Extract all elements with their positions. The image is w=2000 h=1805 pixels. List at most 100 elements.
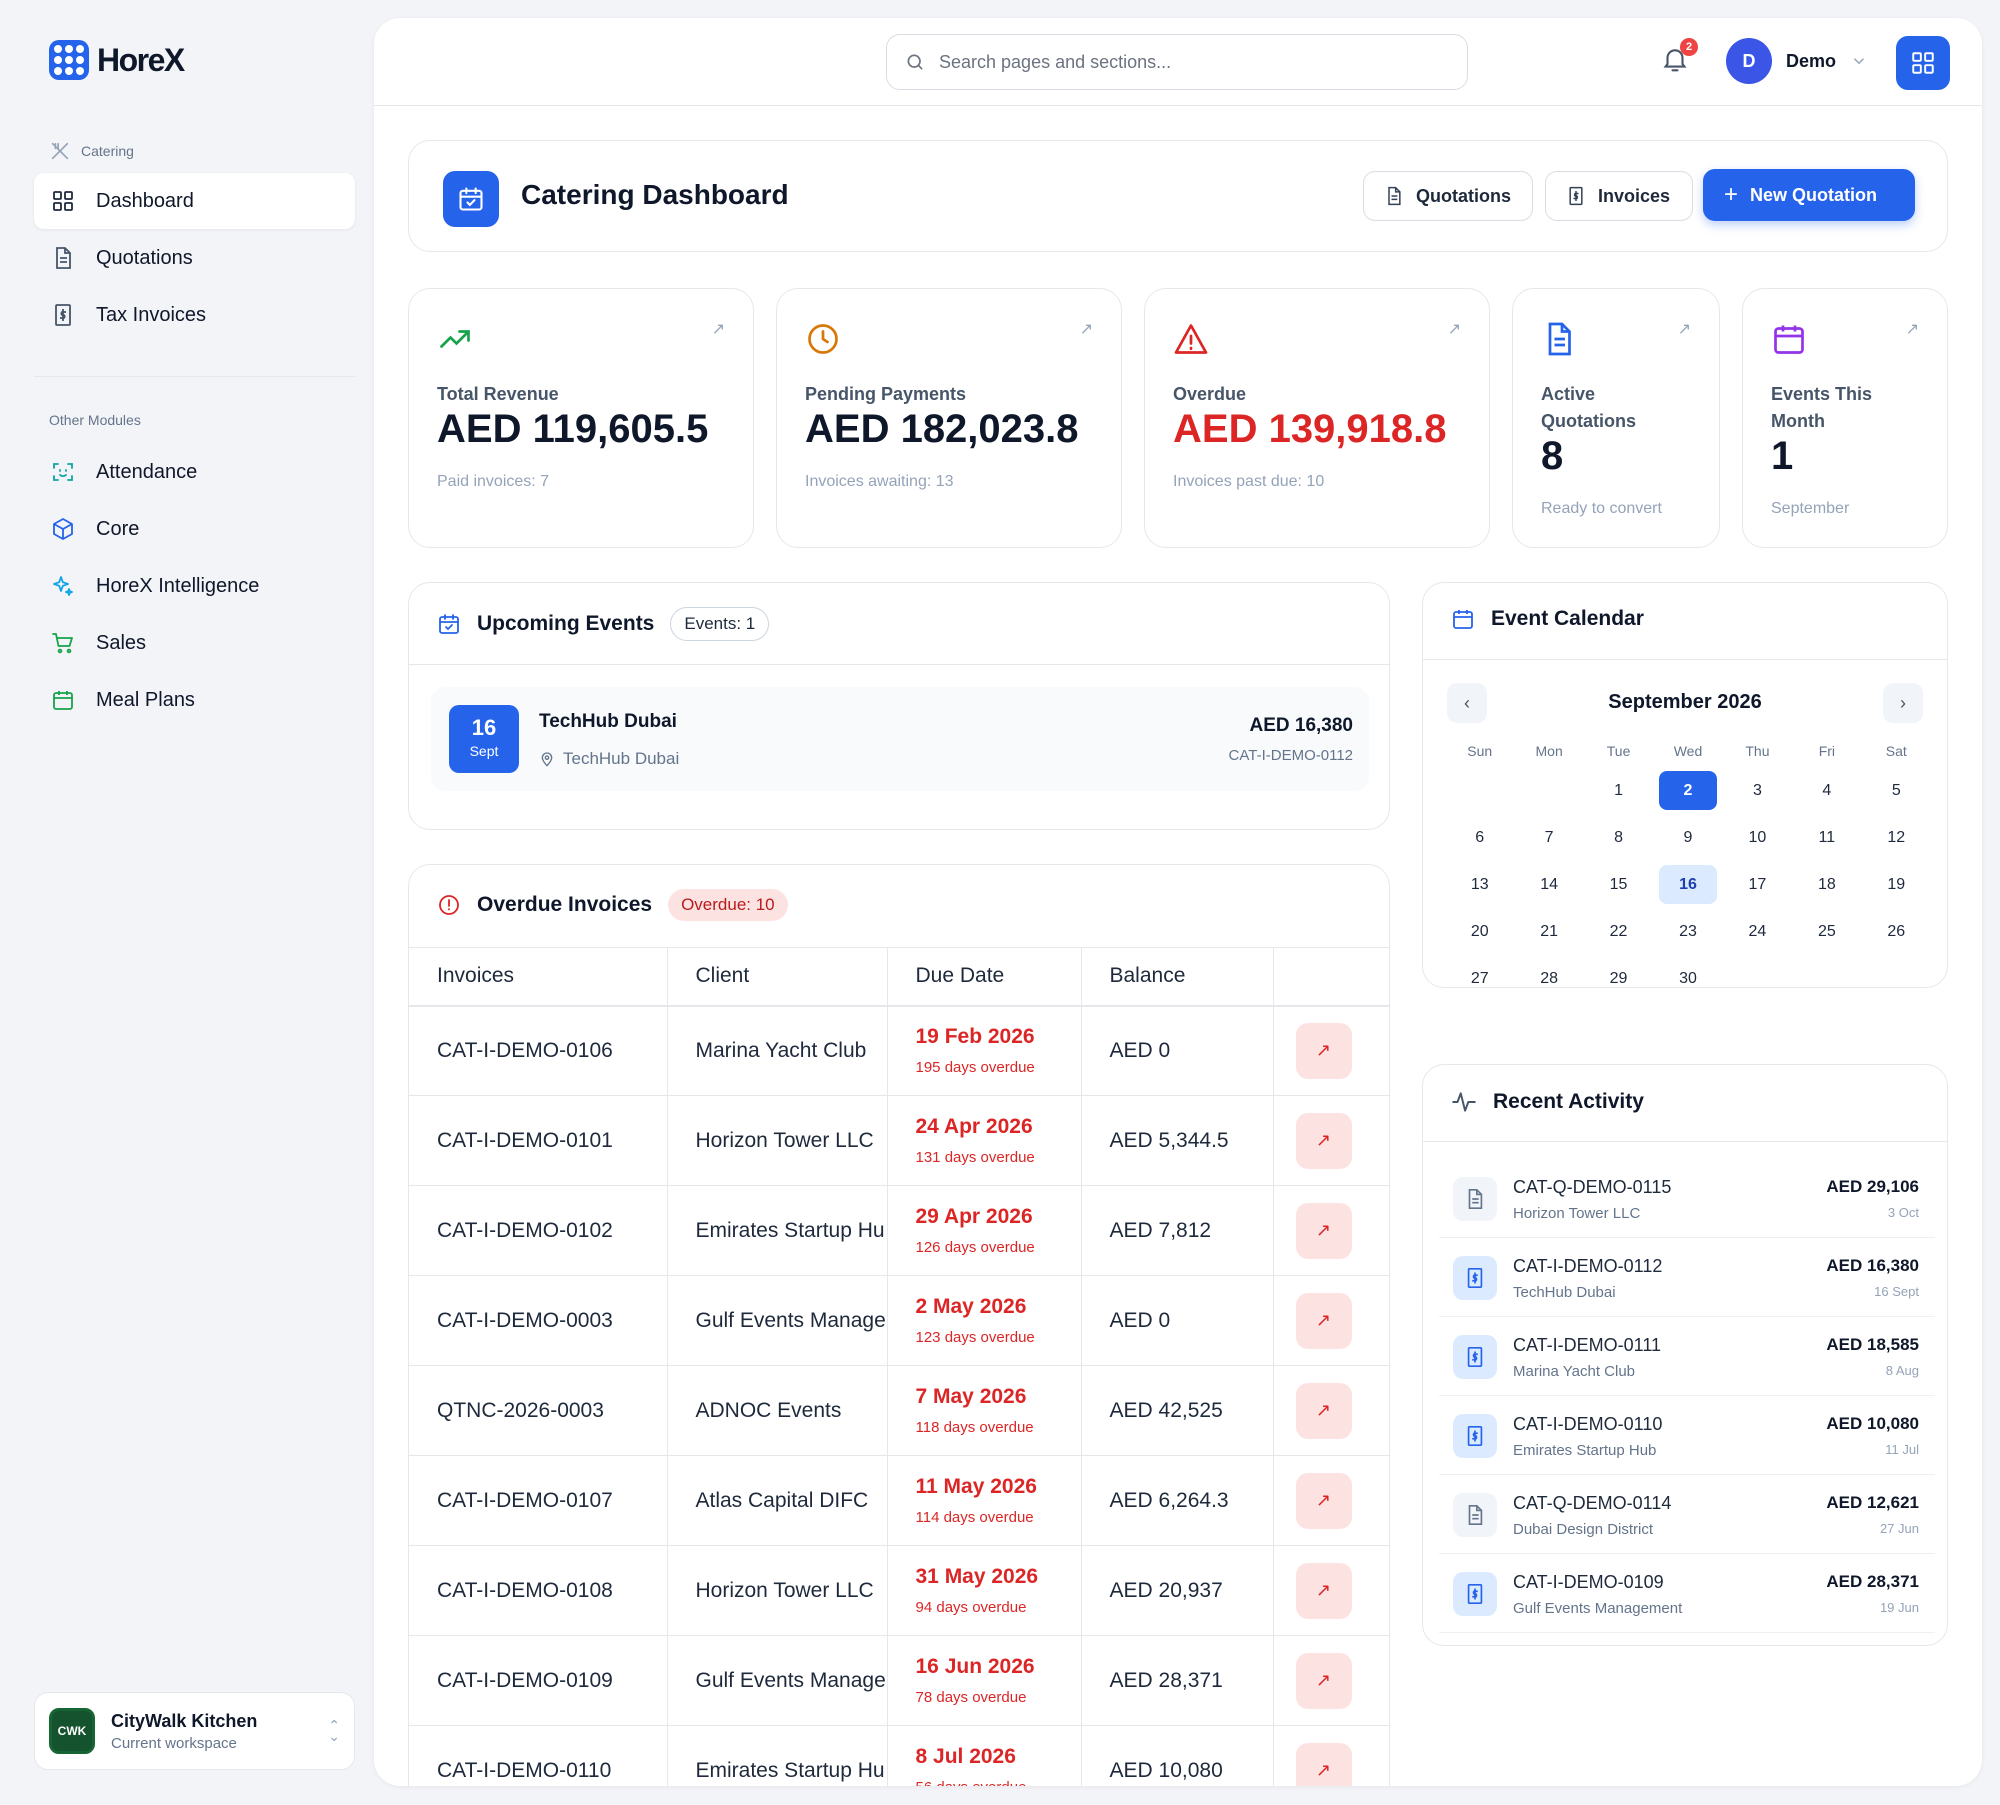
workspace-switcher[interactable]: CWK CityWalk Kitchen Current workspace ⌃… [34, 1692, 355, 1770]
open-invoice-button[interactable]: ↗ [1295, 1022, 1352, 1079]
calendar-day[interactable]: 24 [1729, 912, 1786, 951]
sidebar-item-sales[interactable]: Sales [34, 615, 355, 671]
open-invoice-button[interactable]: ↗ [1295, 1382, 1352, 1439]
calendar-day[interactable]: 19 [1868, 865, 1925, 904]
sidebar-item-core[interactable]: Core [34, 501, 355, 557]
activity-item[interactable]: CAT-I-DEMO-0109 Gulf Events Management AED… [1439, 1554, 1935, 1633]
open-invoice-button[interactable]: ↗ [1295, 1292, 1352, 1349]
sidebar-item-quotations[interactable]: Quotations [34, 230, 355, 286]
calendar-day[interactable]: 26 [1868, 912, 1925, 951]
stat-card-pending-payments[interactable]: ↗ Pending Payments AED 182,023.8 Invoice… [776, 288, 1122, 548]
calendar-day[interactable]: 8 [1590, 818, 1647, 857]
activity-date: 16 Sept [1874, 1284, 1919, 1299]
stat-card-total-revenue[interactable]: ↗ Total Revenue AED 119,605.5 Paid invoi… [408, 288, 754, 548]
open-invoice-button[interactable]: ↗ [1295, 1202, 1352, 1259]
calendar-day[interactable]: 6 [1451, 818, 1508, 857]
activity-amount: AED 28,371 [1826, 1572, 1919, 1591]
calendar-day[interactable]: 18 [1798, 865, 1855, 904]
sidebar-item-meal-plans[interactable]: Meal Plans [34, 672, 355, 728]
button-label: Invoices [1598, 185, 1671, 206]
stat-value: 8 [1541, 434, 1564, 478]
action-cell: ↗ [1272, 1095, 1389, 1186]
calendar-day[interactable]: 13 [1451, 865, 1508, 904]
table-row[interactable]: CAT-I-DEMO-0107 Atlas Capital DIFC 11 May … [409, 1455, 1389, 1546]
chevron-left-icon: ‹ [1464, 692, 1470, 713]
event-date-badge: 16 Sept [449, 705, 519, 773]
calendar-day[interactable]: 15 [1590, 865, 1647, 904]
table-row[interactable]: CAT-I-DEMO-0106 Marina Yacht Club 19 Feb 2… [409, 1005, 1389, 1096]
quotations-button[interactable]: Quotations [1363, 171, 1533, 221]
search-input[interactable]: Search pages and sections... [886, 34, 1468, 90]
calendar-check-icon [439, 614, 459, 634]
apps-grid-button[interactable] [1896, 36, 1950, 90]
activity-item[interactable]: CAT-I-DEMO-0112 TechHub Dubai AED 16,380 16… [1439, 1238, 1935, 1317]
invoice-number: CAT-I-DEMO-0003 [409, 1275, 667, 1366]
action-cell: ↗ [1272, 1275, 1389, 1366]
activity-item[interactable]: CAT-I-DEMO-0111 Marina Yacht Club AED 18,5… [1439, 1317, 1935, 1396]
new-quotation-button[interactable]: + New Quotation [1703, 169, 1915, 221]
notifications-button[interactable]: 2 [1660, 38, 1698, 80]
activity-item[interactable]: CAT-Q-DEMO-0115 Horizon Tower LLC AED 29,1… [1439, 1159, 1935, 1238]
calendar-day[interactable]: 9 [1659, 818, 1716, 857]
calendar-day[interactable]: 20 [1451, 912, 1508, 951]
table-row[interactable]: CAT-I-DEMO-0110 Emirates Startup Hu 8 Jul … [409, 1725, 1389, 1786]
stat-card-overdue[interactable]: ↗ Overdue AED 139,918.8 Invoices past du… [1144, 288, 1490, 548]
calendar-day[interactable]: 11 [1798, 818, 1855, 857]
event-item[interactable]: 16 Sept TechHub Dubai TechHub Dubai AED … [431, 687, 1369, 791]
client-name: Horizon Tower LLC [666, 1545, 887, 1636]
table-row[interactable]: CAT-I-DEMO-0109 Gulf Events Manage 16 Jun … [409, 1635, 1389, 1726]
calendar-day[interactable]: 16 [1659, 865, 1717, 904]
stat-card-active-quotations[interactable]: ↗ Active Quotations 8 Ready to convert [1512, 288, 1720, 548]
calendar-day[interactable]: 22 [1590, 912, 1647, 951]
calendar-day[interactable]: 27 [1451, 959, 1508, 998]
sidebar-item-dashboard[interactable]: Dashboard [34, 173, 355, 229]
sidebar-item-attendance[interactable]: Attendance [34, 444, 355, 500]
calendar-day[interactable]: 5 [1868, 771, 1925, 810]
calendar-day[interactable]: 12 [1868, 818, 1925, 857]
days-overdue: 131 days overdue [915, 1149, 1035, 1166]
open-invoice-button[interactable]: ↗ [1295, 1742, 1352, 1786]
stat-card-events-month[interactable]: ↗ Events This Month 1 September [1742, 288, 1948, 548]
calendar-next-button[interactable]: › [1883, 683, 1923, 723]
table-row[interactable]: CAT-I-DEMO-0101 Horizon Tower LLC 24 Apr 2… [409, 1095, 1389, 1186]
sidebar-item-intelligence[interactable]: HoreX Intelligence [34, 558, 355, 614]
activity-item[interactable]: CAT-Q-DEMO-0114 Dubai Design District AED … [1439, 1475, 1935, 1554]
calendar-day[interactable]: 14 [1520, 865, 1577, 904]
utensils-icon [51, 142, 69, 160]
calendar-day[interactable]: 21 [1520, 912, 1577, 951]
client-name: Emirates Startup Hu [666, 1725, 887, 1786]
table-row[interactable]: CAT-I-DEMO-0102 Emirates Startup Hu 29 Apr… [409, 1185, 1389, 1276]
user-menu[interactable]: D Demo [1726, 38, 1868, 84]
calendar-day[interactable]: 25 [1798, 912, 1855, 951]
calendar-day[interactable]: 23 [1659, 912, 1716, 951]
activity-item[interactable]: CAT-I-DEMO-0110 Emirates Startup Hub AED 1… [1439, 1396, 1935, 1475]
calendar-day[interactable]: 30 [1659, 959, 1716, 998]
stat-subtext: September [1771, 500, 1850, 517]
grid-icon [1912, 52, 1934, 74]
table-row[interactable]: CAT-I-DEMO-0108 Horizon Tower LLC 31 May 2… [409, 1545, 1389, 1636]
table-row[interactable]: CAT-I-DEMO-0003 Gulf Events Manage 2 May 2… [409, 1275, 1389, 1366]
calendar-day[interactable]: 7 [1520, 818, 1577, 857]
open-invoice-button[interactable]: ↗ [1295, 1562, 1352, 1619]
days-overdue: 195 days overdue [915, 1059, 1035, 1077]
calendar-day[interactable]: 28 [1520, 959, 1577, 998]
calendar-day[interactable]: 2 [1659, 771, 1717, 810]
app-logo[interactable]: HoreX [49, 40, 185, 80]
calendar-day[interactable]: 4 [1798, 771, 1855, 810]
sidebar-item-tax-invoices[interactable]: Tax Invoices [34, 287, 355, 343]
invoices-button[interactable]: Invoices [1545, 171, 1693, 221]
action-cell: ↗ [1272, 1455, 1389, 1546]
table-row[interactable]: QTNC-2026-0003 ADNOC Events 7 May 2026 118 … [409, 1365, 1389, 1456]
calendar-prev-button[interactable]: ‹ [1447, 683, 1487, 723]
calendar-day[interactable]: 29 [1590, 959, 1647, 998]
open-invoice-button[interactable]: ↗ [1295, 1472, 1352, 1529]
open-invoice-button[interactable]: ↗ [1295, 1652, 1352, 1709]
open-invoice-button[interactable]: ↗ [1295, 1112, 1352, 1169]
calendar-day[interactable]: 17 [1729, 865, 1786, 904]
calendar-day[interactable]: 10 [1729, 818, 1786, 857]
calendar-day[interactable]: 1 [1590, 771, 1647, 810]
activity-client: Dubai Design District [1513, 1521, 1654, 1538]
calendar-day[interactable]: 3 [1729, 771, 1786, 810]
sidebar-item-label: Tax Invoices [96, 303, 207, 326]
stat-value: 1 [1771, 434, 1794, 478]
